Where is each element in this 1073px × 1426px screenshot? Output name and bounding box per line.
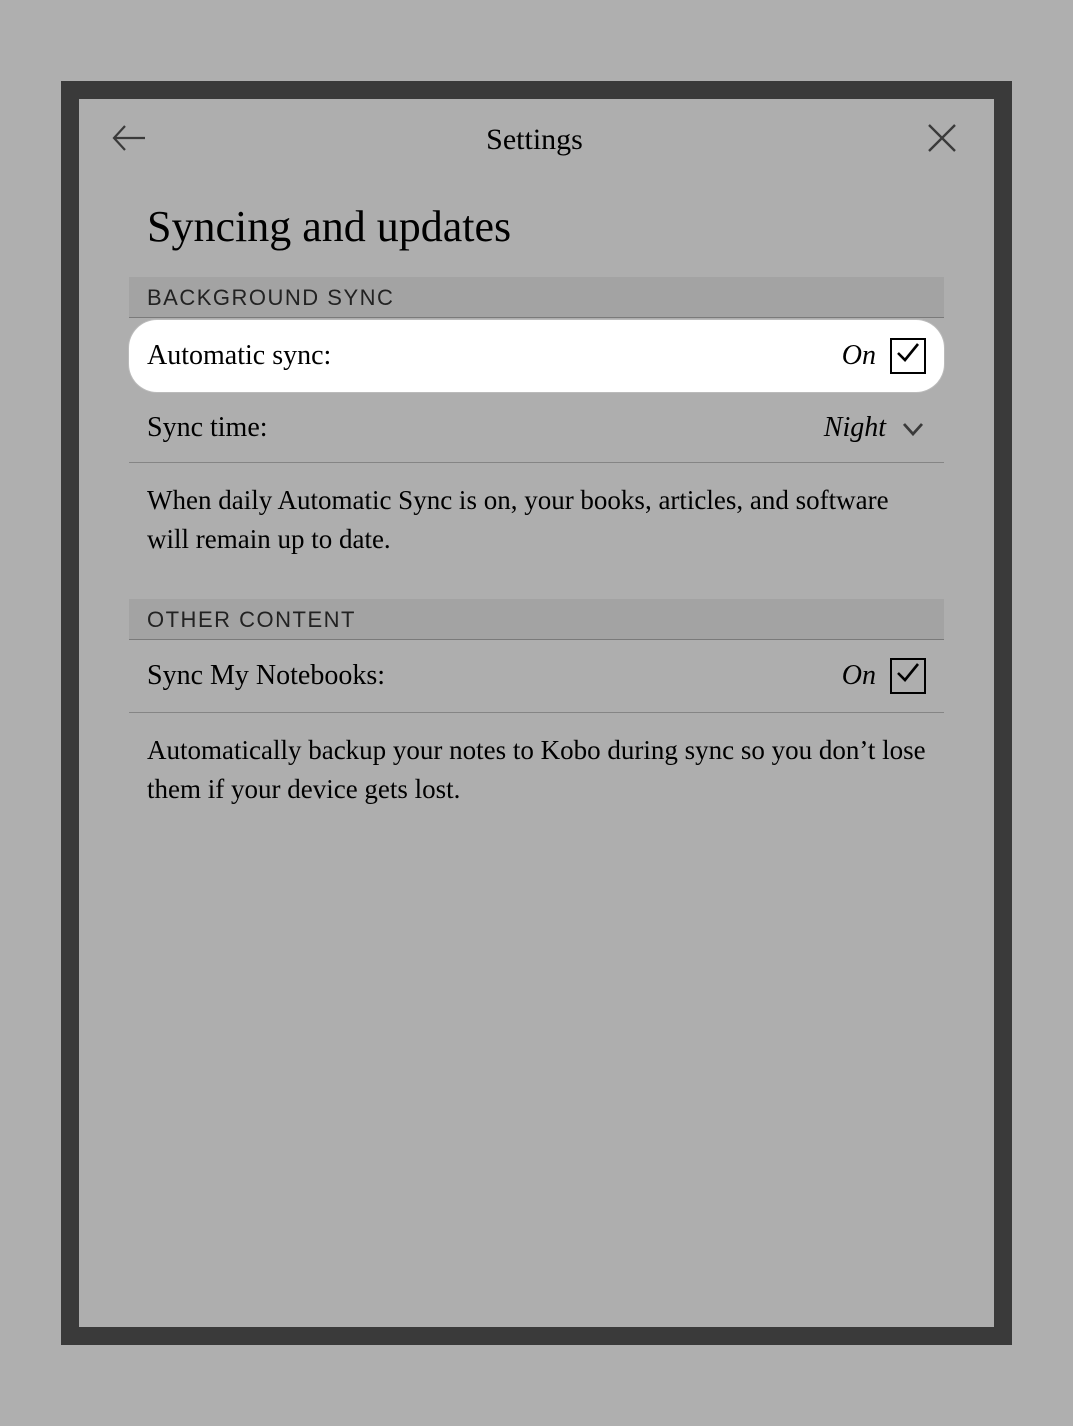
section-header-background-sync: BACKGROUND SYNC — [129, 277, 944, 318]
check-icon — [894, 338, 922, 374]
check-icon — [894, 658, 922, 694]
other-content-description: Automatically backup your notes to Kobo … — [129, 713, 944, 849]
header-title: Settings — [486, 123, 583, 157]
chevron-down-icon — [902, 412, 924, 444]
row-label: Automatic sync: — [147, 340, 331, 372]
row-sync-time[interactable]: Sync time: Night — [129, 394, 944, 463]
row-right: Night — [824, 412, 926, 444]
content: BACKGROUND SYNC Automatic sync: On Sync … — [79, 277, 994, 850]
back-button[interactable] — [109, 120, 149, 160]
row-label: Sync My Notebooks: — [147, 660, 385, 692]
automatic-sync-checkbox[interactable] — [890, 338, 926, 374]
background-sync-description: When daily Automatic Sync is on, your bo… — [129, 463, 944, 599]
section-header-other-content: OTHER CONTENT — [129, 599, 944, 640]
row-value: On — [842, 660, 876, 692]
sync-time-dropdown[interactable] — [900, 415, 926, 441]
page-title: Syncing and updates — [79, 171, 994, 277]
screen: Settings Syncing and updates BACKGROUND … — [79, 99, 994, 1327]
sync-notebooks-checkbox[interactable] — [890, 658, 926, 694]
row-right: On — [842, 338, 926, 374]
header: Settings — [79, 99, 994, 171]
close-icon — [925, 121, 959, 160]
row-value: On — [842, 340, 876, 372]
row-sync-notebooks[interactable]: Sync My Notebooks: On — [129, 640, 944, 713]
arrow-left-icon — [111, 123, 147, 158]
device-frame: Settings Syncing and updates BACKGROUND … — [61, 81, 1012, 1345]
row-label: Sync time: — [147, 412, 268, 444]
row-right: On — [842, 658, 926, 694]
row-value: Night — [824, 412, 886, 444]
row-automatic-sync[interactable]: Automatic sync: On — [129, 320, 944, 392]
close-button[interactable] — [920, 118, 964, 162]
